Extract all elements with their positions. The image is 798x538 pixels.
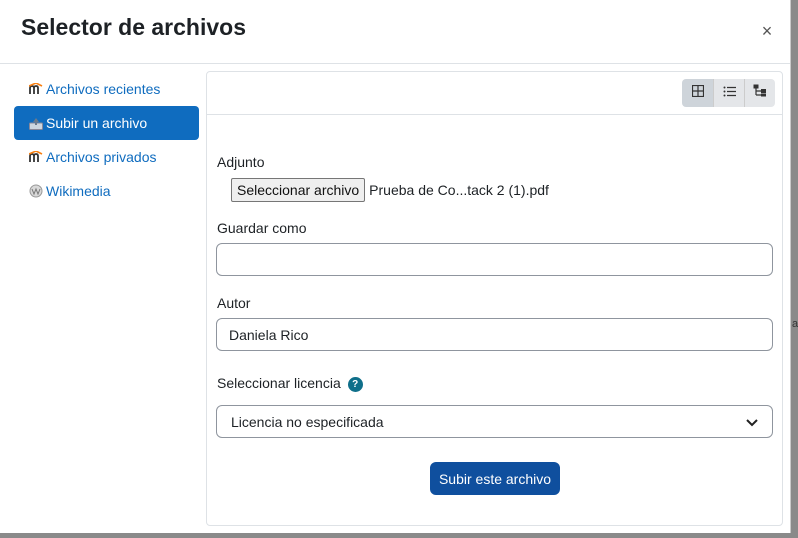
file-input-row: Seleccionar archivo Prueba de Co...tack …	[231, 178, 549, 202]
dialog-title: Selector de archivos	[21, 14, 246, 40]
tree-view-icon	[753, 84, 767, 102]
sidebar-item-upload-file[interactable]: Subir un archivo	[14, 106, 199, 140]
selected-file-name: Prueba de Co...tack 2 (1).pdf	[369, 182, 549, 198]
list-view-icon	[723, 84, 736, 102]
chevron-down-icon	[746, 414, 758, 430]
file-picker-dialog: Selector de archivos × Archivos reciente…	[0, 0, 791, 533]
tree-view-button[interactable]	[744, 79, 775, 107]
help-icon[interactable]: ?	[347, 376, 363, 392]
grid-view-button[interactable]	[682, 79, 713, 107]
sidebar-item-wikimedia[interactable]: Wikimedia	[14, 174, 199, 208]
list-view-button[interactable]	[713, 79, 744, 107]
choose-file-button[interactable]: Seleccionar archivo	[231, 178, 366, 202]
license-selected-value: Licencia no especificada	[231, 413, 384, 430]
license-label-row: Seleccionar licencia?	[217, 375, 363, 392]
sidebar-item-recent-files[interactable]: Archivos recientes	[14, 72, 199, 106]
dialog-header: Selector de archivos ×	[0, 0, 790, 64]
attachment-label: Adjunto	[217, 154, 265, 170]
upload-submit-button[interactable]: Subir este archivo	[430, 462, 560, 495]
license-select[interactable]: Licencia no especificada	[216, 405, 773, 438]
view-switcher	[682, 79, 775, 107]
wikimedia-icon	[28, 183, 44, 199]
sidebar-item-label: Archivos recientes	[46, 81, 161, 97]
author-input[interactable]: Daniela Rico	[216, 318, 773, 351]
sidebar-item-label: Subir un archivo	[46, 115, 148, 131]
upload-icon	[28, 115, 44, 131]
author-label: Autor	[217, 295, 251, 311]
save-as-input[interactable]	[216, 243, 773, 276]
sidebar-item-label: Wikimedia	[46, 183, 111, 199]
moodle-icon	[28, 149, 44, 165]
backdrop-fragment: ar	[792, 318, 798, 330]
repository-sidebar: Archivos recientes Subir un archivo Arch…	[14, 72, 199, 208]
sidebar-item-private-files[interactable]: Archivos privados	[14, 140, 199, 174]
grid-view-icon	[691, 84, 704, 102]
license-label: Seleccionar licencia	[217, 375, 341, 391]
save-as-label: Guardar como	[217, 220, 307, 236]
moodle-icon	[28, 81, 44, 97]
close-button[interactable]: ×	[758, 22, 776, 40]
upload-panel: Adjunto Seleccionar archivo Prueba de Co…	[206, 71, 783, 526]
view-toolbar	[207, 72, 782, 115]
sidebar-item-label: Archivos privados	[46, 149, 157, 165]
